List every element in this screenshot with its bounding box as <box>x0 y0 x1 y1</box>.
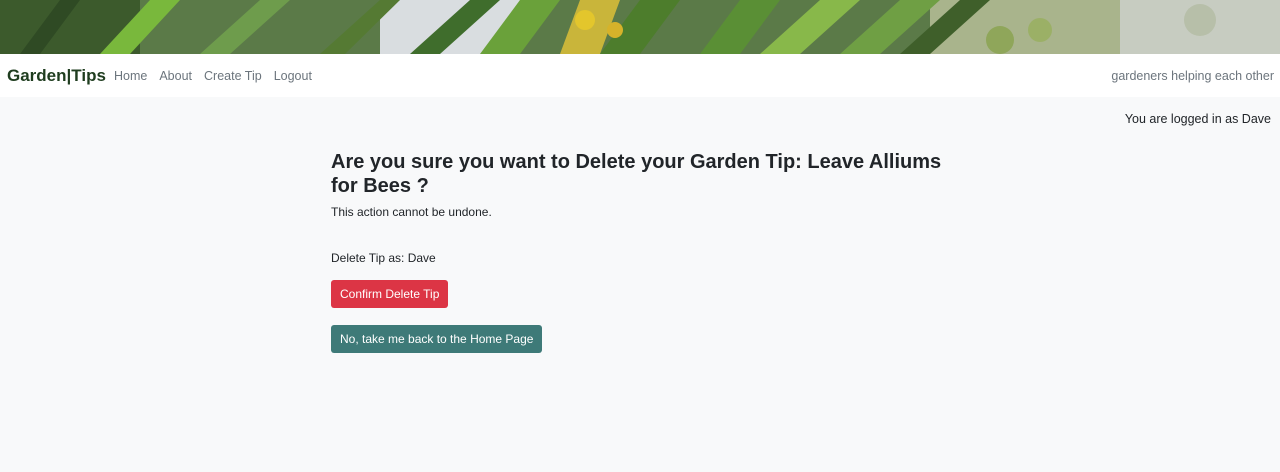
confirm-delete-button[interactable]: Confirm Delete Tip <box>331 280 449 308</box>
warning-text: This action cannot be undone. <box>331 205 492 219</box>
page-title: Are you sure you want to Delete your Gar… <box>331 151 942 197</box>
plant-leaves-image <box>0 0 1280 54</box>
delete-confirmation-panel: Are you sure you want to Delete your Gar… <box>331 150 971 353</box>
nav-link-create-tip[interactable]: Create Tip <box>198 68 268 84</box>
back-to-home-button[interactable]: No, take me back to the Home Page <box>331 325 543 353</box>
brand-logo[interactable]: Garden|Tips <box>7 65 106 87</box>
header-banner-image <box>0 0 1280 54</box>
delete-as-label: Delete Tip as: Dave <box>331 251 436 265</box>
nav-links: Home About Create Tip Logout <box>108 68 318 84</box>
nav-link-home[interactable]: Home <box>108 68 153 84</box>
login-status: You are logged in as Dave <box>1124 112 1271 126</box>
nav-link-logout[interactable]: Logout <box>268 68 318 84</box>
navbar: Garden|Tips Home About Create Tip Logout… <box>0 54 1280 97</box>
site-tagline: gardeners helping each other <box>1111 69 1274 83</box>
nav-link-about[interactable]: About <box>153 68 198 84</box>
